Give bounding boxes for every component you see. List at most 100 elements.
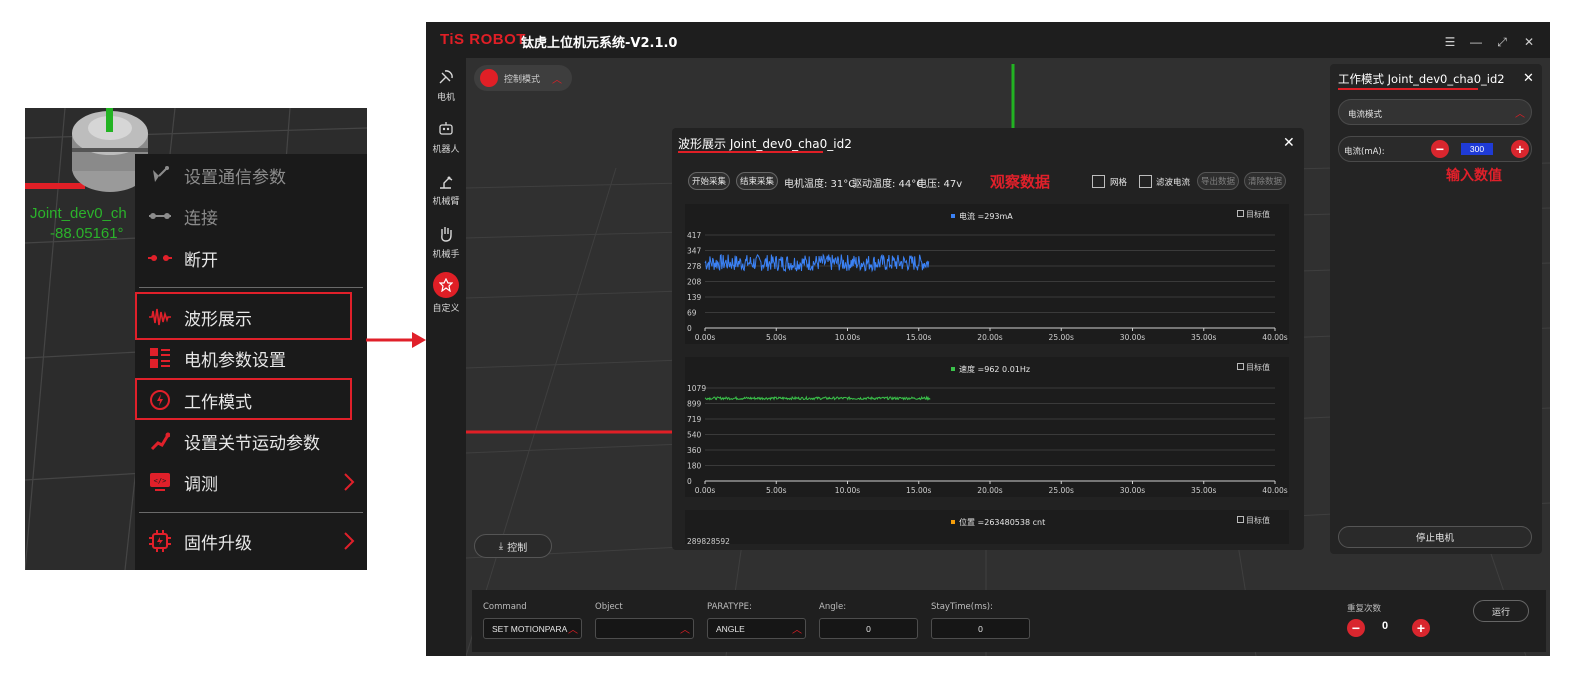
- joint-angle-label: -88.05161°: [50, 225, 124, 242]
- y-tick-label: 208: [687, 278, 702, 287]
- position-chart: 位置 =263480538 cnt 289828592: [687, 517, 1045, 544]
- menu-item-label: 连接: [184, 208, 218, 229]
- x-tick-label: 20.00s: [977, 486, 1002, 495]
- repeat-count-value: 0: [1382, 620, 1389, 632]
- y-tick-label: 540: [687, 431, 702, 440]
- sidebar: 电机 机器人 机械臂 机械手 自定义: [426, 60, 466, 656]
- target-value-toggle[interactable]: 目标值: [1237, 515, 1270, 526]
- paratype-select[interactable]: ANGLE ︿: [707, 618, 806, 639]
- angle-input[interactable]: 0: [819, 618, 918, 639]
- sidebar-item-custom[interactable]: 自定义: [426, 272, 466, 314]
- target-value-toggle[interactable]: 目标值: [1237, 209, 1270, 220]
- filter-current-checkbox[interactable]: [1139, 175, 1152, 188]
- menu-item-label: 设置通信参数: [184, 167, 286, 188]
- y-tick-label: 417: [687, 231, 702, 240]
- staytime-label: StayTime(ms):: [931, 602, 993, 612]
- y-tick-label: 719: [687, 415, 702, 424]
- x-tick-label: 5.00s: [766, 486, 787, 495]
- maximize-icon[interactable]: ⤢: [1495, 35, 1509, 49]
- x-tick-label: 25.00s: [1049, 333, 1074, 342]
- menu-item-motor-params[interactable]: 电机参数设置: [135, 339, 367, 377]
- waveform-dialog-title: 波形展示 Joint_dev0_cha0_id2: [678, 137, 852, 151]
- y-tick-label: 69: [687, 309, 697, 318]
- chevron-up-icon: ︿: [1515, 109, 1525, 120]
- menu-item-debug[interactable]: </> 调测: [135, 463, 367, 501]
- sidebar-item-robot-arm[interactable]: 机械臂: [426, 172, 466, 207]
- current-label: 电流(mA):: [1344, 147, 1385, 157]
- voltage-reading: 电压: 47v: [917, 179, 963, 190]
- grid-checkbox[interactable]: [1092, 175, 1105, 188]
- y-tick-label: 0: [687, 324, 692, 333]
- work-mode-title: 工作模式 Joint_dev0_cha0_id2: [1338, 72, 1505, 86]
- sidebar-item-robot-hand[interactable]: 机械手: [426, 225, 466, 260]
- mode-select-value: 电流模式: [1348, 110, 1383, 120]
- sidebar-item-label: 电机: [436, 92, 455, 102]
- y-tick-label: 347: [687, 247, 702, 256]
- y-tick-label: 1079: [687, 384, 706, 393]
- current-chart: 电流 =293mA 417 347 278 208 139 69 00.00s 5.00s 10.…: [687, 211, 1288, 342]
- y-tick-label: 360: [687, 446, 702, 455]
- menu-icon[interactable]: ☰: [1443, 35, 1457, 49]
- menu-item-connect[interactable]: 连接: [135, 197, 367, 235]
- robot-icon: [439, 122, 453, 135]
- y-tick-label: 0: [687, 477, 692, 486]
- start-capture-button[interactable]: 开始采集: [688, 172, 730, 190]
- speed-chart-panel: 速度 =962 0.01Hz 1079 899 719 540 360 180 0 0.00s 5…: [685, 357, 1289, 497]
- scene-context-menu-crop: Joint_dev0_ch -88.05161° 设置通信参数 连接 断开 波形…: [25, 108, 367, 570]
- sidebar-item-robot[interactable]: 机器人: [426, 120, 466, 155]
- legend-label: 位置 =263480538 cnt: [959, 517, 1045, 527]
- close-icon[interactable]: ✕: [1523, 70, 1534, 86]
- decrement-button[interactable]: −: [1431, 140, 1449, 158]
- menu-item-firmware[interactable]: 固件升级: [135, 522, 367, 560]
- x-tick-label: 10.00s: [835, 486, 860, 495]
- menu-divider: [139, 287, 363, 288]
- menu-item-label: 断开: [184, 250, 218, 271]
- title-underline: [678, 151, 823, 153]
- sidebar-item-motor[interactable]: 电机: [426, 68, 466, 103]
- sidebar-item-label: 机器人: [432, 144, 460, 154]
- minimize-icon[interactable]: —: [1469, 35, 1483, 49]
- object-select[interactable]: ︿: [595, 618, 694, 639]
- speed-chart: 速度 =962 0.01Hz 1079 899 719 540 360 180 00.00s 5…: [687, 364, 1288, 495]
- run-button[interactable]: 运行: [1473, 600, 1529, 622]
- y-tick-label: 899: [687, 400, 702, 409]
- menu-item-joint-motion[interactable]: 设置关节运动参数: [135, 422, 367, 460]
- filter-current-label: 滤波电流: [1156, 178, 1191, 188]
- x-tick-label: 20.00s: [977, 333, 1002, 342]
- command-value: SET MOTIONPARA: [492, 623, 568, 634]
- increment-button[interactable]: +: [1511, 140, 1529, 158]
- control-mode-chip[interactable]: 控制模式 ︿: [474, 65, 572, 91]
- stop-motor-button[interactable]: 停止电机: [1338, 526, 1532, 548]
- mode-select[interactable]: 电流模式 ︿: [1338, 99, 1532, 125]
- repeat-increment-button[interactable]: +: [1412, 619, 1430, 637]
- legend-swatch: [951, 367, 955, 371]
- svg-text:</>: </>: [154, 477, 167, 485]
- command-select[interactable]: SET MOTIONPARA ︿: [483, 618, 582, 639]
- object-label: Object: [595, 602, 623, 612]
- target-value-toggle[interactable]: 目标值: [1237, 362, 1270, 373]
- export-data-button[interactable]: 导出数据: [1197, 172, 1239, 190]
- debug-icon: </>: [148, 470, 172, 494]
- repeat-decrement-button[interactable]: −: [1347, 619, 1365, 637]
- sidebar-item-label: 自定义: [432, 303, 460, 313]
- menu-item-comm-params[interactable]: 设置通信参数: [135, 156, 367, 194]
- settings-grid-icon: [148, 346, 172, 370]
- clear-data-button[interactable]: 清除数据: [1244, 172, 1286, 190]
- menu-item-disconnect[interactable]: 断开: [135, 239, 367, 277]
- control-button[interactable]: ⤓ 控制: [474, 534, 552, 558]
- robot-hand-icon: [441, 227, 452, 242]
- x-tick-label: 15.00s: [906, 486, 931, 495]
- staytime-input[interactable]: 0: [931, 618, 1030, 639]
- connect-icon: [148, 204, 172, 228]
- series-line: [704, 395, 931, 401]
- satellite-icon: [148, 163, 172, 187]
- y-tick-label: 289828592: [687, 537, 730, 544]
- close-icon[interactable]: ✕: [1522, 35, 1536, 49]
- close-icon[interactable]: ✕: [1283, 134, 1295, 151]
- current-value-input[interactable]: 300: [1461, 143, 1493, 155]
- command-bar: Command SET MOTIONPARA ︿ Object ︿ PARATY…: [472, 590, 1546, 652]
- highlight-box-waveform: [135, 292, 352, 340]
- menu-item-label: 电机参数设置: [184, 350, 286, 371]
- input-value-annotation: 输入数值: [1446, 168, 1502, 184]
- stop-capture-button[interactable]: 结束采集: [736, 172, 778, 190]
